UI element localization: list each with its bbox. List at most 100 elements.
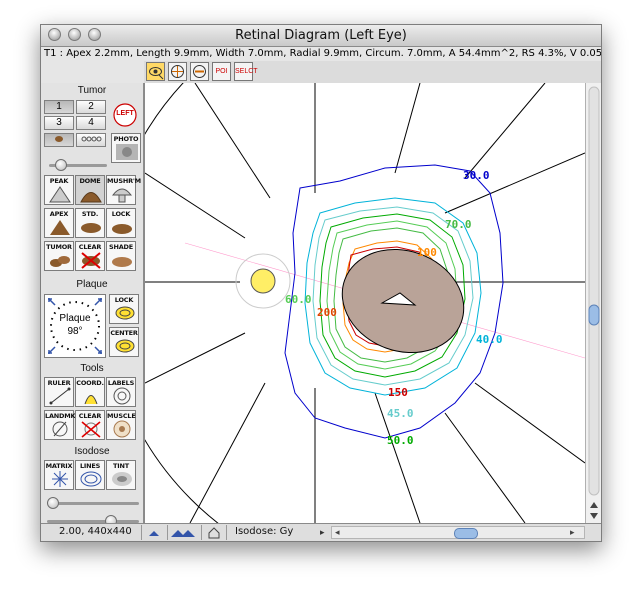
view-toolbar: POI SELCT (144, 61, 601, 83)
scroll-right-icon[interactable]: ▸ (570, 527, 575, 538)
zoom-out-icon[interactable] (141, 525, 166, 540)
peak-shape-tool[interactable]: PEAK (44, 175, 74, 205)
landmark-label: LANDMK (45, 412, 76, 420)
plaque-angle-value: 98° (67, 326, 83, 337)
isodose-slider-1-track[interactable] (47, 502, 139, 505)
tumor-select-1[interactable]: 1 (44, 100, 74, 114)
eye-view-icon[interactable] (146, 62, 165, 81)
optic-disc (250, 268, 276, 294)
matrix-label: MATRIX (45, 462, 73, 470)
tint-label: TINT (113, 462, 129, 470)
clear-tools-label: CLEAR (78, 412, 102, 420)
isodose-slider-1-knob[interactable] (47, 497, 59, 509)
tumor-tool-label: TUMOR (46, 243, 72, 251)
window-title: Retinal Diagram (Left Eye) (235, 28, 407, 43)
status-bar: 2.00, 440x440 Isodose: Gy ▸ ◂ ▸ (41, 523, 601, 541)
coordinates-label: COORD. (76, 379, 104, 387)
dome-label: DOME (79, 177, 101, 185)
photo-button[interactable]: PHOTO (111, 133, 141, 163)
ruler-tool[interactable]: RULER (44, 377, 74, 407)
isodose-label-45: 45.0 (387, 407, 414, 420)
isodose-label-60: 60.0 (285, 293, 312, 306)
select-label: SELCT (235, 68, 258, 75)
left-eye-label: LEFT (116, 110, 134, 117)
photo-label: PHOTO (113, 135, 139, 143)
center-plaque-label: CENTER (110, 329, 138, 337)
zoom-readout: 2.00, 440x440 (59, 526, 132, 537)
left-eye-badge[interactable]: LEFT (111, 101, 139, 129)
tumor-tool[interactable]: TUMOR (44, 241, 74, 271)
ruler-label: RULER (47, 379, 71, 387)
clear-tools-tool[interactable]: CLEAR (75, 410, 105, 440)
tumor-select-3[interactable]: 3 (44, 116, 74, 130)
standard-label: STD. (81, 210, 99, 218)
plaque-heading: Plaque (76, 279, 108, 290)
select-icon[interactable]: SELCT (234, 62, 258, 81)
eye-front-icon[interactable] (168, 62, 187, 81)
lines-tool[interactable]: LINES (75, 460, 105, 490)
labels-tool[interactable]: LABELS (106, 377, 136, 407)
retinal-diagram-canvas[interactable]: 30.0 70.0 100 60.0 200 40.0 150 45.0 50.… (144, 83, 585, 523)
home-icon[interactable] (201, 525, 227, 540)
mushroom-shape-tool[interactable]: MUSHR'M (106, 175, 141, 205)
lock-plaque-tool[interactable]: LOCK (109, 294, 139, 324)
title-bar[interactable]: Retinal Diagram (Left Eye) (41, 25, 601, 47)
tint-tool[interactable]: TINT (106, 460, 136, 490)
isodose-label-150: 150 (388, 386, 408, 399)
lock-tumor-tool[interactable]: LOCK (106, 208, 136, 238)
scroll-up-icon[interactable] (590, 502, 598, 508)
zoom-in-icon[interactable] (167, 525, 198, 540)
plaque-rotation-dial[interactable]: Plaque 98° (44, 294, 106, 358)
mushroom-label: MUSHR'M (107, 177, 141, 185)
retinal-diagram-window: Retinal Diagram (Left Eye) T1 : Apex 2.2… (40, 24, 602, 542)
scroll-left-icon[interactable]: ◂ (335, 527, 340, 538)
shade-tool[interactable]: SHADE (106, 241, 136, 271)
retina-drawing: 30.0 70.0 100 60.0 200 40.0 150 45.0 50.… (145, 83, 585, 523)
isodose-label-40: 40.0 (476, 333, 503, 346)
single-dot-toggle[interactable] (44, 133, 74, 147)
eye-side-icon[interactable] (190, 62, 209, 81)
tumor-measurements-info: T1 : Apex 2.2mm, Length 9.9mm, Width 7.0… (44, 48, 601, 59)
muscle-tool[interactable]: MUSCLE (106, 410, 136, 440)
tumor-select-2[interactable]: 2 (76, 100, 106, 114)
scroll-down-icon[interactable] (590, 513, 598, 519)
apex-label: APEX (49, 210, 69, 218)
isodose-label-70: 70.0 (445, 218, 472, 231)
control-panel: Tumor 1 2 3 4 LEFT PHOTO PEAK DOME MUSHR… (41, 83, 144, 527)
select-arrow-icon[interactable]: ▸ (320, 527, 325, 538)
clear-tumor-tool[interactable]: CLEAR (75, 241, 105, 271)
lines-label: LINES (79, 462, 101, 470)
peak-label: PEAK (49, 177, 69, 185)
tumor-heading: Tumor (77, 85, 107, 96)
multi-dot-toggle[interactable] (76, 133, 106, 147)
isodose-heading: Isodose (74, 446, 110, 457)
tumor-select-4[interactable]: 4 (76, 116, 106, 130)
vertical-scrollbar[interactable] (585, 83, 601, 523)
poi-label: POI (215, 68, 228, 75)
horizontal-scroll-thumb[interactable] (454, 528, 478, 539)
isodose-label-30: 30.0 (463, 169, 490, 182)
isodose-label-50: 50.0 (387, 434, 414, 447)
isodose-label-100: 100 (417, 246, 437, 259)
center-plaque-tool[interactable]: CENTER (109, 327, 139, 357)
shade-label: SHADE (109, 243, 133, 251)
clear-tumor-label: CLEAR (78, 243, 102, 251)
coordinates-tool[interactable]: COORD. (75, 377, 105, 407)
lock-tumor-label: LOCK (111, 210, 131, 218)
isodose-units-select[interactable]: Isodose: Gy (235, 526, 293, 537)
plaque-dial-label: Plaque (59, 313, 91, 324)
landmark-tool[interactable]: LANDMK (44, 410, 76, 440)
dome-shape-tool[interactable]: DOME (75, 175, 105, 205)
tumor-opacity-knob[interactable] (55, 159, 67, 171)
apex-tool[interactable]: APEX (44, 208, 74, 238)
matrix-tool[interactable]: MATRIX (44, 460, 74, 490)
standard-tool[interactable]: STD. (75, 208, 105, 238)
tools-heading: Tools (80, 363, 104, 374)
isodose-label-200: 200 (317, 306, 337, 319)
poi-icon[interactable]: POI (212, 62, 231, 81)
horizontal-scrollbar[interactable]: ◂ ▸ (331, 526, 585, 539)
muscle-label: MUSCLE (107, 412, 136, 420)
lock-plaque-label: LOCK (114, 296, 134, 304)
labels-label: LABELS (107, 379, 135, 387)
vertical-scroll-thumb[interactable] (588, 304, 600, 326)
